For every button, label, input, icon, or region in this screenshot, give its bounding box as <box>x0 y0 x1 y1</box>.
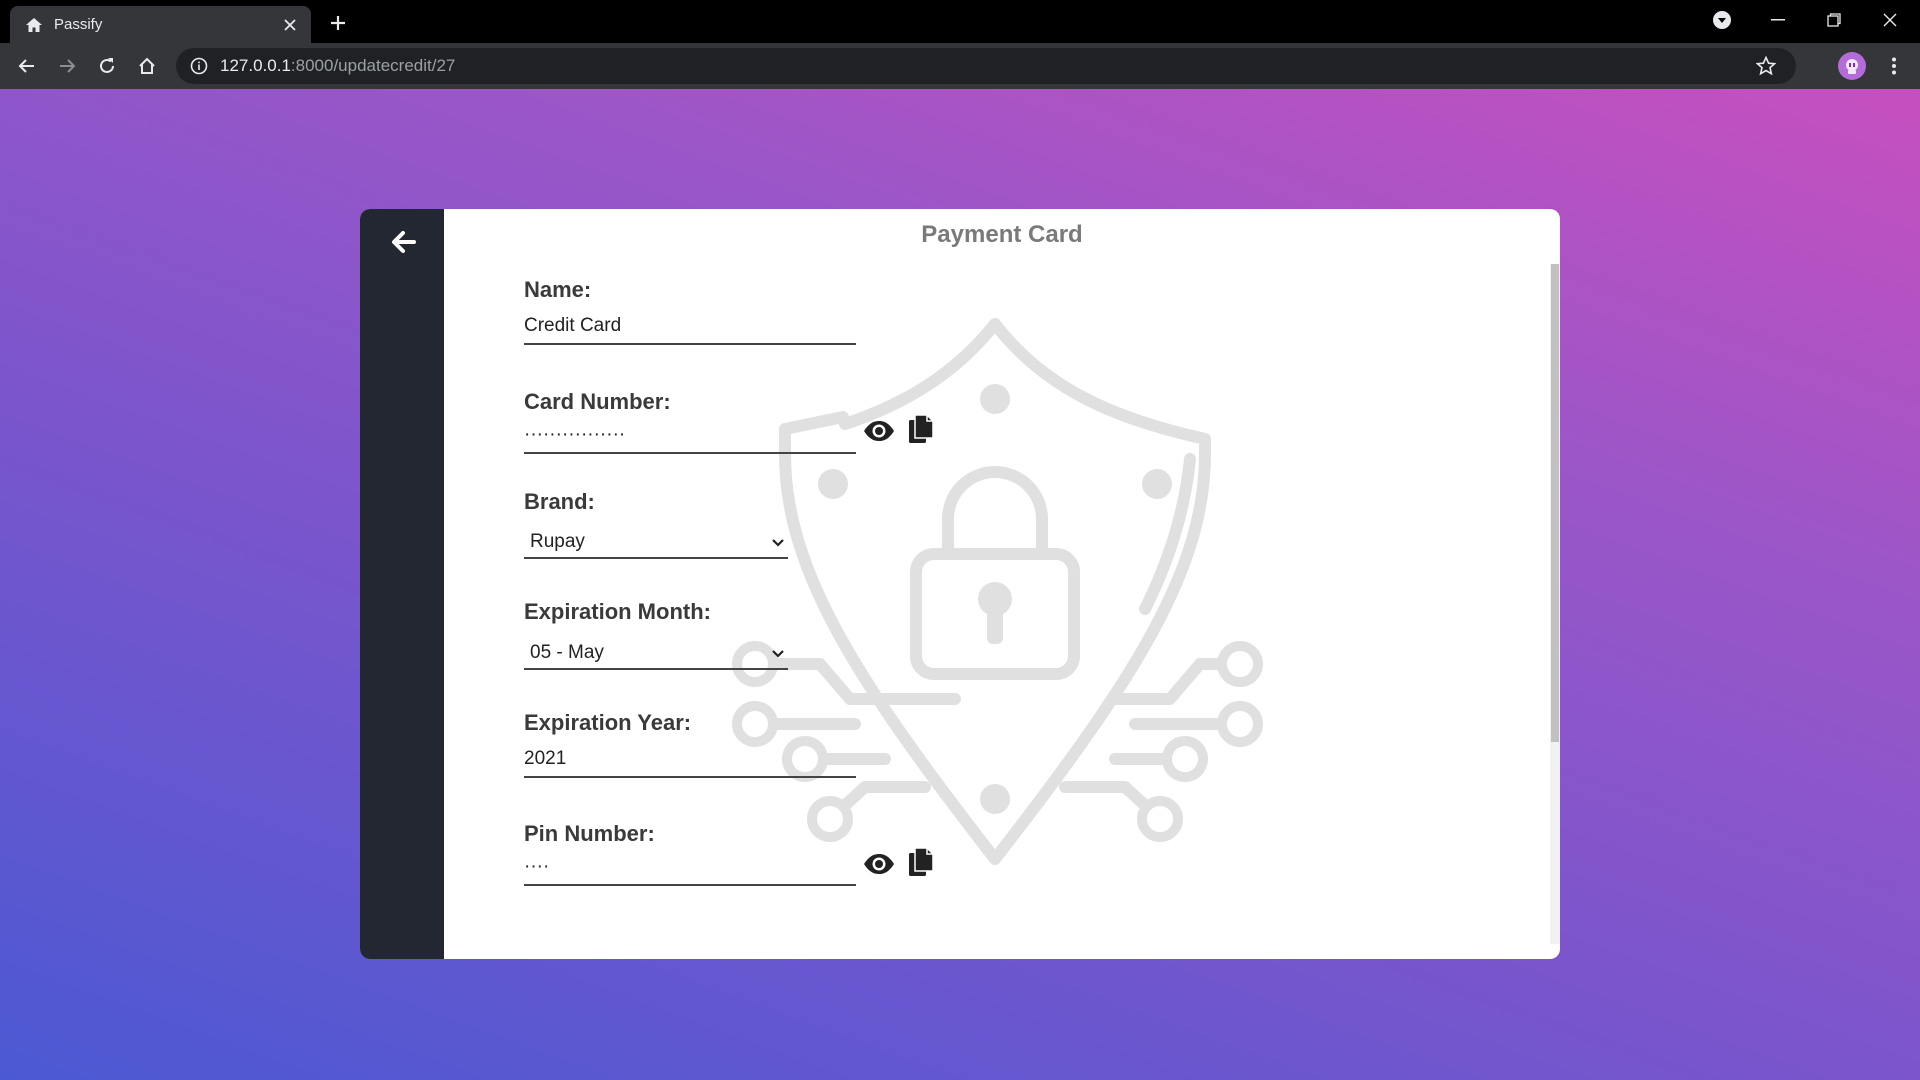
home-icon <box>24 15 44 35</box>
copy-pin-button[interactable] <box>904 845 938 879</box>
payment-card-panel: Payment Card Name: Credit Card Card Numb… <box>360 209 1560 959</box>
expiration-year-label: Expiration Year: <box>524 710 692 735</box>
brand-label: Brand: <box>524 489 595 514</box>
reload-icon[interactable] <box>91 50 123 82</box>
close-icon[interactable] <box>279 14 301 36</box>
pin-number-label: Pin Number: <box>524 821 655 846</box>
expiration-year-input[interactable]: 2021 <box>524 742 856 778</box>
media-download-icon[interactable] <box>1694 0 1750 40</box>
profile-avatar[interactable] <box>1838 52 1866 80</box>
tab-title: Passify <box>54 16 103 33</box>
address-bar[interactable]: 127.0.0.1:8000/updatecredit/27 <box>176 48 1796 84</box>
eye-icon <box>864 854 894 874</box>
card-number-input[interactable]: ················ <box>524 418 856 454</box>
eye-icon <box>864 421 894 441</box>
show-card-number-button[interactable] <box>862 414 896 448</box>
chevron-down-icon <box>772 650 784 658</box>
browser-toolbar: 127.0.0.1:8000/updatecredit/27 <box>0 43 1920 89</box>
copy-card-number-button[interactable] <box>904 412 938 446</box>
minimize-button[interactable] <box>1750 0 1806 40</box>
pin-number-input[interactable]: ···· <box>524 850 856 886</box>
vertical-scrollbar[interactable] <box>1550 264 1560 944</box>
card-sidebar <box>360 209 444 959</box>
name-input[interactable]: Credit Card <box>524 309 856 345</box>
page-background: Payment Card Name: Credit Card Card Numb… <box>0 89 1920 1080</box>
show-pin-button[interactable] <box>862 847 896 881</box>
expiration-month-label: Expiration Month: <box>524 599 711 624</box>
expiration-month-value: 05 - May <box>530 642 604 663</box>
back-nav-button[interactable] <box>11 50 43 82</box>
bookmark-star-icon[interactable] <box>1756 56 1776 76</box>
close-window-button[interactable] <box>1862 0 1918 40</box>
new-tab-button[interactable] <box>324 9 352 37</box>
restore-button[interactable] <box>1806 0 1862 40</box>
name-label: Name: <box>524 277 592 302</box>
brand-value: Rupay <box>530 531 585 552</box>
brand-select[interactable]: Rupay <box>524 525 788 559</box>
expiration-month-select[interactable]: 05 - May <box>524 636 788 670</box>
url-text: 127.0.0.1:8000/updatecredit/27 <box>220 56 456 75</box>
home-icon[interactable] <box>131 50 163 82</box>
forward-nav-button[interactable] <box>51 50 83 82</box>
arrow-left-icon <box>392 231 416 253</box>
chevron-down-icon <box>772 539 784 547</box>
browser-titlebar: Passify <box>0 0 1920 43</box>
back-arrow-button[interactable] <box>386 225 420 259</box>
browser-tab[interactable]: Passify <box>10 6 311 43</box>
card-number-label: Card Number: <box>524 389 671 414</box>
more-menu-icon[interactable] <box>1882 54 1906 78</box>
info-icon[interactable] <box>190 57 208 75</box>
scrollbar-thumb[interactable] <box>1551 264 1559 742</box>
copy-icon <box>909 414 934 443</box>
payment-card-form: Name: Credit Card Card Number: ·········… <box>524 209 1224 959</box>
copy-icon <box>909 847 934 876</box>
